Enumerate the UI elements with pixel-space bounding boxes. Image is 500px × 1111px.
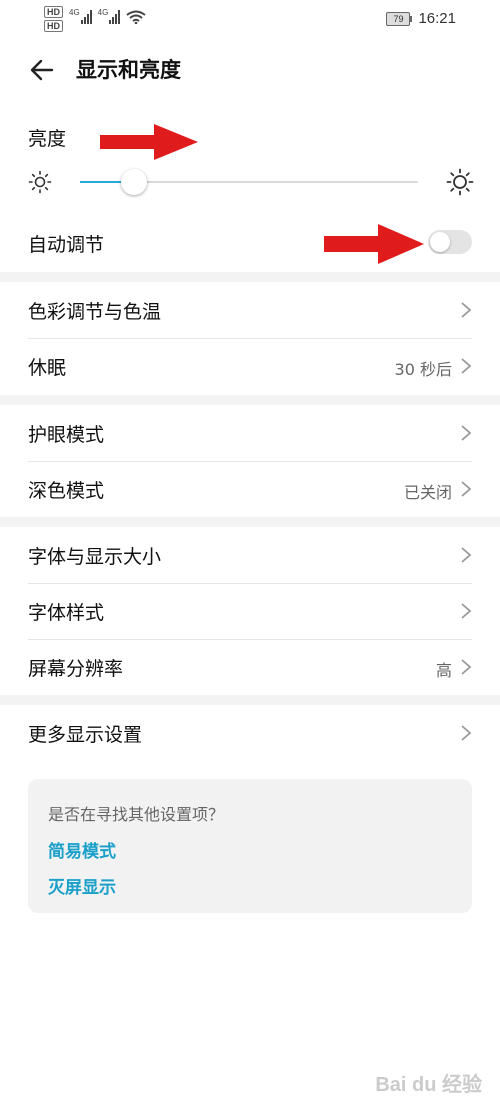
- row-label: 护眼模式: [28, 424, 105, 446]
- chevron-right-icon: [461, 725, 472, 741]
- annotation-arrow-icon: [324, 224, 424, 264]
- auto-adjust-label: 自动调节: [28, 234, 105, 256]
- status-left: HD HD 4G 4G: [44, 6, 146, 32]
- battery-icon: 79: [386, 11, 413, 26]
- status-right: 79 16:21: [386, 10, 456, 27]
- brightness-label: 亮度: [28, 128, 67, 150]
- clock: 16:21: [418, 10, 456, 27]
- row-value: 30 秒后: [394, 360, 452, 379]
- section-gap: [0, 272, 500, 282]
- section-gap: [0, 517, 500, 527]
- signal-1: 4G: [69, 8, 92, 24]
- chevron-right-icon: [461, 547, 472, 563]
- link-always-on-display[interactable]: 灭屏显示: [48, 873, 116, 898]
- network-type-2: 4G: [97, 8, 109, 17]
- suggestion-question: 是否在寻找其他设置项？: [48, 805, 225, 824]
- row-value: 已关闭: [403, 483, 452, 502]
- sun-large-icon: [446, 168, 474, 196]
- signal-bars-icon: [80, 10, 92, 24]
- status-bar: HD HD 4G 4G 79 16:21: [0, 0, 500, 40]
- auto-adjust-toggle[interactable]: [428, 230, 472, 254]
- network-type-1: 4G: [69, 8, 80, 17]
- row-color-temp[interactable]: 色彩调节与色温: [0, 282, 500, 338]
- row-font-size[interactable]: 字体与显示大小: [0, 527, 500, 583]
- row-label: 字体样式: [28, 602, 105, 624]
- row-label: 深色模式: [28, 480, 105, 502]
- chevron-right-icon: [461, 358, 472, 374]
- chevron-right-icon: [461, 481, 472, 497]
- row-more-display[interactable]: 更多显示设置: [0, 705, 500, 761]
- row-sleep[interactable]: 休眠 30 秒后: [0, 338, 500, 394]
- row-label: 字体与显示大小: [28, 546, 162, 568]
- row-label: 色彩调节与色温: [28, 301, 162, 323]
- page-title: 显示和亮度: [76, 58, 181, 82]
- chevron-right-icon: [461, 603, 472, 619]
- chevron-right-icon: [461, 659, 472, 675]
- row-label: 屏幕分辨率: [28, 658, 124, 680]
- suggestion-card: 是否在寻找其他设置项？ 简易模式 灭屏显示: [28, 779, 472, 913]
- row-eye-comfort[interactable]: 护眼模式: [0, 405, 500, 461]
- section-gap: [0, 695, 500, 705]
- row-dark-mode[interactable]: 深色模式 已关闭: [0, 461, 500, 517]
- hd-badge-2: HD: [44, 20, 63, 32]
- brightness-slider[interactable]: [28, 168, 474, 198]
- app-bar: 显示和亮度: [0, 48, 500, 92]
- row-value: 高: [435, 661, 452, 680]
- slider-thumb[interactable]: [121, 169, 148, 195]
- annotation-arrow-icon: [100, 124, 198, 160]
- hd-badges: HD HD: [44, 6, 63, 32]
- link-simple-mode[interactable]: 简易模式: [48, 837, 116, 862]
- back-arrow-icon[interactable]: [28, 56, 56, 84]
- signal-bars-icon: [109, 10, 121, 24]
- row-label: 更多显示设置: [28, 724, 143, 746]
- wifi-icon: [126, 10, 146, 24]
- hd-badge-1: HD: [44, 6, 63, 18]
- chevron-right-icon: [461, 302, 472, 318]
- signal-2: 4G: [97, 8, 121, 24]
- row-resolution[interactable]: 屏幕分辨率 高: [0, 639, 500, 695]
- watermark: Bai du 经验: [375, 1074, 482, 1096]
- row-label: 休眠: [28, 357, 67, 379]
- section-gap: [0, 395, 500, 405]
- sun-small-icon: [28, 170, 52, 194]
- toggle-knob: [430, 232, 450, 252]
- row-font-style[interactable]: 字体样式: [0, 583, 500, 639]
- chevron-right-icon: [461, 425, 472, 441]
